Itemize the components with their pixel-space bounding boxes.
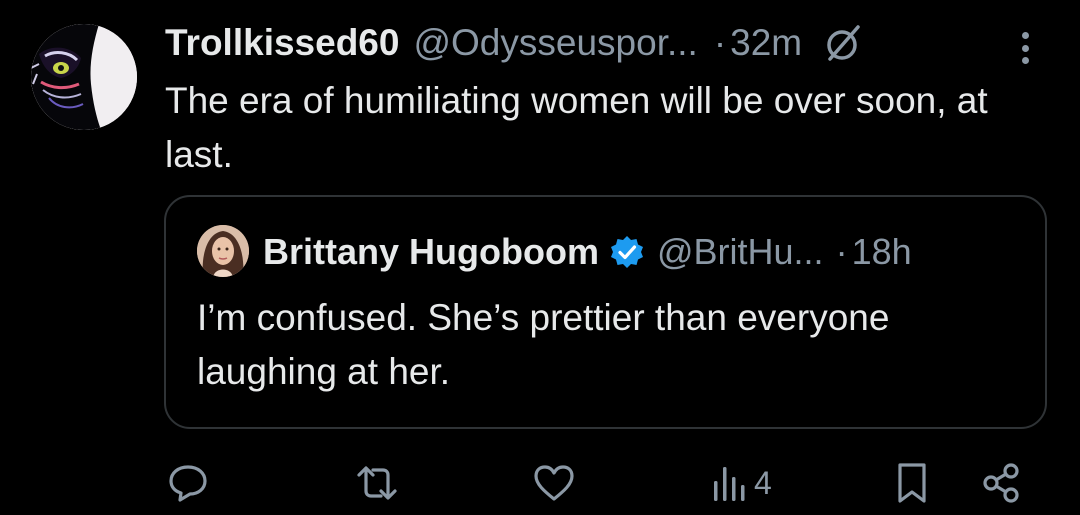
more-options-icon[interactable] [1010, 26, 1040, 70]
like-button[interactable] [532, 455, 576, 511]
quote-author-handle: @BritHu... [656, 231, 824, 272]
bookmark-button[interactable] [892, 455, 932, 511]
share-icon [983, 463, 1019, 503]
quote-author-name: Brittany Hugoboom [263, 231, 599, 272]
retweet-icon [357, 466, 397, 500]
action-bar: 4 [0, 455, 1080, 511]
tweet-text: The era of humiliating women will be ove… [165, 80, 988, 175]
retweet-button[interactable] [355, 455, 399, 511]
verified-badge-icon [609, 234, 645, 270]
quote-timestamp: 18h [851, 231, 912, 272]
quoted-tweet-card[interactable]: Brittany Hugoboom @BritHu... · 18h I’m c… [164, 195, 1047, 429]
views-button[interactable]: 4 [712, 455, 772, 511]
separator-dot: · [713, 22, 727, 63]
reply-icon [169, 465, 207, 502]
grok-icon[interactable] [824, 23, 864, 63]
like-icon [534, 465, 574, 501]
tweet-header: Trollkissed60 @Odysseuspor... · 32m [165, 18, 864, 68]
author-handle[interactable]: @Odysseuspor... [413, 22, 697, 64]
author-avatar[interactable] [31, 24, 137, 130]
quote-text: I’m confused. She’s prettier than everyo… [197, 297, 890, 392]
author-name[interactable]: Trollkissed60 [165, 22, 399, 64]
bookmark-icon [898, 463, 926, 503]
quote-separator-dot: · [835, 231, 848, 272]
quote-header: Brittany Hugoboom @BritHu... · 18h [263, 227, 912, 277]
views-icon [714, 467, 745, 501]
share-button[interactable] [980, 455, 1024, 511]
views-count: 4 [754, 464, 772, 501]
quote-author-avatar [197, 225, 249, 277]
reply-button[interactable] [166, 455, 210, 511]
timestamp[interactable]: 32m [730, 22, 802, 64]
